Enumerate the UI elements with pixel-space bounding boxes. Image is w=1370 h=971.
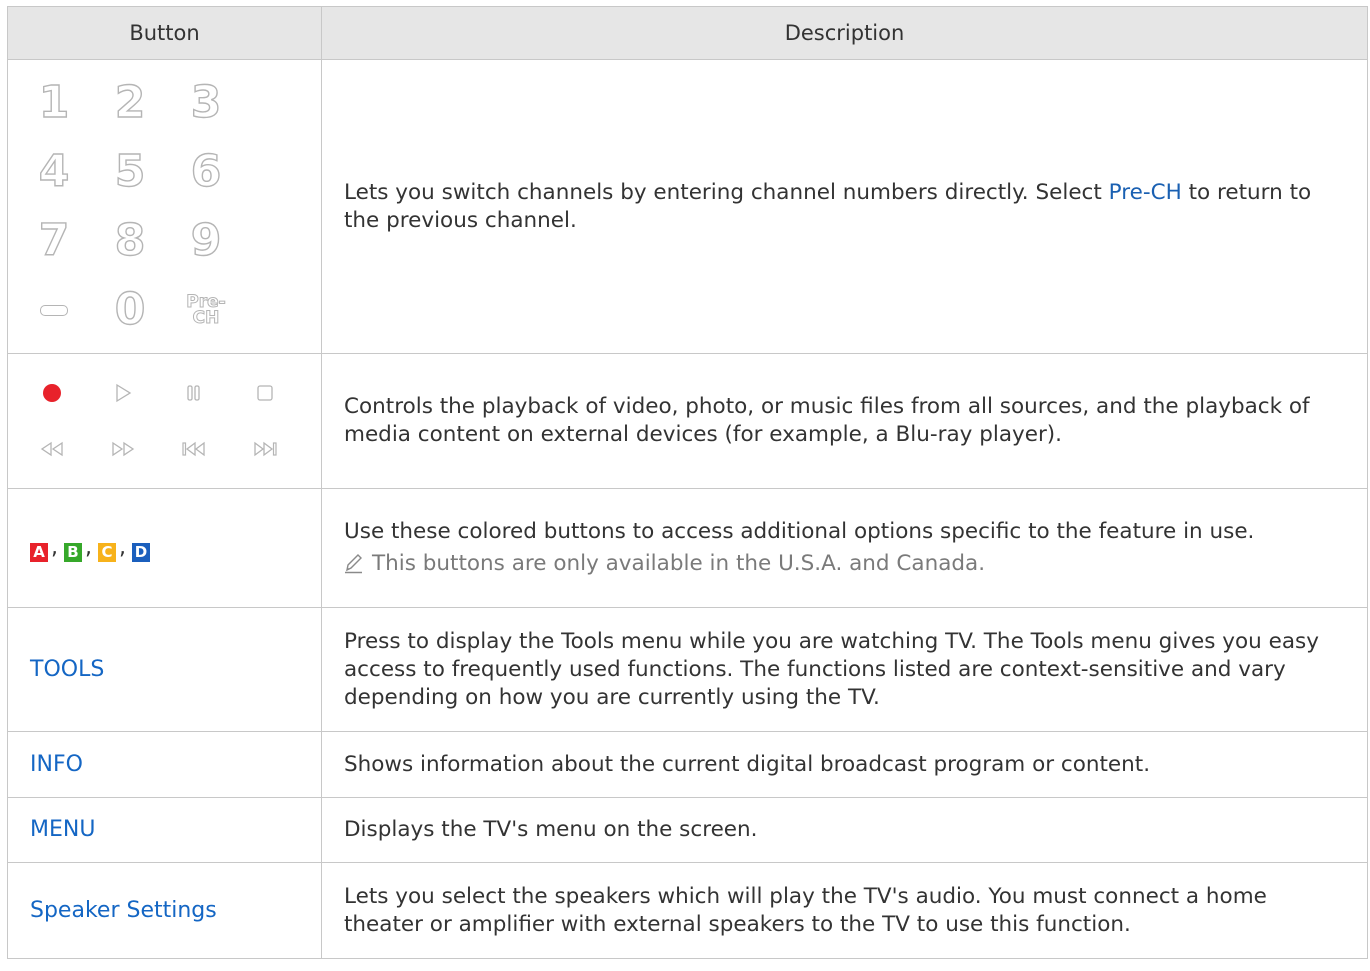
key-4: 4 — [38, 146, 70, 197]
minus-key-icon — [40, 304, 68, 316]
prech-key-bottom: CH — [192, 308, 220, 328]
info-label: INFO — [30, 751, 83, 777]
table-row-tools: TOOLS Press to display the Tools menu wh… — [7, 607, 1368, 732]
separator: , — [51, 535, 58, 560]
fast-forward-icon — [111, 441, 134, 457]
key-5: 5 — [114, 146, 146, 197]
rewind-icon — [40, 441, 63, 457]
menu-cell: MENU — [7, 797, 322, 863]
key-7: 7 — [38, 215, 70, 266]
key-9: 9 — [190, 215, 222, 266]
menu-description: Displays the TV's menu on the screen. — [321, 797, 1368, 863]
c-button: C — [98, 543, 116, 562]
tools-description: Press to display the Tools menu while yo… — [321, 607, 1368, 732]
speaker-description: Lets you select the speakers which will … — [321, 862, 1368, 959]
prech-key: Pre- CH — [186, 293, 226, 328]
page: Button Description 1 2 3 4 5 6 7 8 9 0 P… — [0, 0, 1370, 971]
header-description: Description — [321, 6, 1368, 60]
colored-note-text: This buttons are only available in the U… — [372, 551, 986, 576]
prech-link: Pre-CH — [1108, 179, 1182, 205]
table-row-media: Controls the playback of video, photo, o… — [7, 353, 1368, 489]
next-icon — [253, 441, 277, 457]
numbers-description: Lets you switch channels by entering cha… — [321, 59, 1368, 354]
media-buttons — [16, 365, 299, 477]
table-row-menu: MENU Displays the TV's menu on the scree… — [7, 797, 1368, 863]
key-1: 1 — [38, 77, 70, 128]
record-icon — [42, 384, 61, 402]
numbers-desc-a: Lets you switch channels by entering cha… — [344, 179, 1109, 205]
separator: , — [85, 535, 92, 560]
button-table: Button Description 1 2 3 4 5 6 7 8 9 0 P… — [7, 6, 1368, 959]
media-description: Controls the playback of video, photo, o… — [321, 353, 1368, 489]
colored-buttons: A, B, C, D — [30, 534, 299, 562]
speaker-label: Speaker Settings — [30, 897, 217, 923]
colored-cell: A, B, C, D — [7, 488, 322, 608]
stop-icon — [256, 385, 273, 401]
table-row-info: INFO Shows information about the current… — [7, 731, 1368, 798]
table-row-numbers: 1 2 3 4 5 6 7 8 9 0 Pre- CH Lets you swi… — [7, 59, 1368, 354]
table-row-colored: A, B, C, D Use these colored buttons to … — [7, 488, 1368, 608]
numpad-cell: 1 2 3 4 5 6 7 8 9 0 Pre- CH — [7, 59, 322, 354]
key-3: 3 — [190, 77, 222, 128]
table-header-row: Button Description — [7, 6, 1368, 60]
play-icon — [115, 383, 131, 403]
previous-icon — [181, 441, 205, 457]
info-description: Shows information about the current digi… — [321, 731, 1368, 798]
key-0: 0 — [114, 284, 146, 335]
info-cell: INFO — [7, 731, 322, 798]
d-button: D — [132, 543, 150, 562]
separator: , — [119, 535, 126, 560]
pause-icon — [186, 385, 200, 401]
key-6: 6 — [190, 146, 222, 197]
key-8: 8 — [114, 215, 146, 266]
a-button: A — [30, 543, 48, 562]
colored-note: This buttons are only available in the U… — [344, 550, 1345, 578]
tools-label: TOOLS — [30, 656, 105, 682]
tools-cell: TOOLS — [7, 607, 322, 732]
table-row-speaker: Speaker Settings Lets you select the spe… — [7, 862, 1368, 959]
speaker-cell: Speaker Settings — [7, 862, 322, 959]
menu-label: MENU — [30, 817, 96, 842]
colored-description: Use these colored buttons to access addi… — [321, 488, 1368, 608]
b-button: B — [64, 543, 82, 562]
colored-desc-text: Use these colored buttons to access addi… — [344, 519, 1255, 544]
media-cell — [7, 353, 322, 489]
header-button: Button — [7, 6, 322, 60]
numpad: 1 2 3 4 5 6 7 8 9 0 Pre- CH — [16, 69, 299, 345]
pencil-icon — [345, 554, 362, 574]
key-2: 2 — [114, 77, 146, 128]
